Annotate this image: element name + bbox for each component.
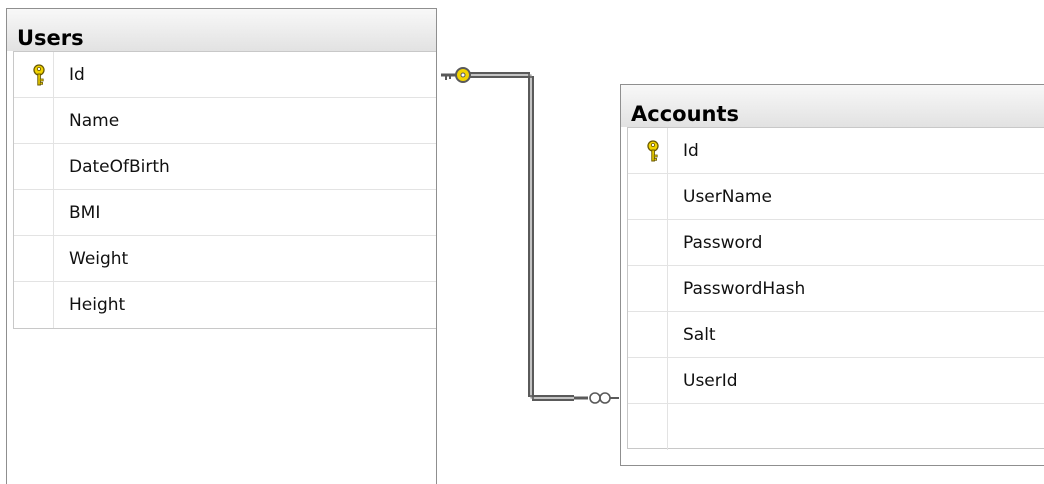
column-name: Height	[69, 295, 126, 315]
users-column-row-name[interactable]: Name	[14, 98, 436, 144]
users-column-row-dateofbirth[interactable]: DateOfBirth	[14, 144, 436, 190]
row-selector[interactable]	[14, 144, 54, 189]
row-selector[interactable]	[628, 358, 668, 403]
column-name: PasswordHash	[683, 279, 806, 299]
relationship-infinity-icon	[574, 392, 619, 404]
users-table[interactable]: Users Id Name DateOfBirth BMI Weight Hei…	[6, 8, 437, 484]
column-name: Id	[683, 141, 699, 161]
row-selector[interactable]	[628, 404, 668, 450]
accounts-column-row-passwordhash[interactable]: PasswordHash	[628, 266, 1044, 312]
row-selector[interactable]	[14, 236, 54, 281]
column-name: Password	[683, 233, 763, 253]
row-selector[interactable]	[14, 282, 54, 328]
column-name: UserName	[683, 187, 772, 207]
users-column-row-id[interactable]: Id	[14, 52, 436, 98]
row-selector[interactable]	[14, 52, 54, 97]
row-selector[interactable]	[628, 266, 668, 311]
accounts-table[interactable]: Accounts Id UserName Password PasswordHa…	[620, 84, 1044, 466]
accounts-new-row[interactable]	[628, 404, 1044, 450]
column-name: Salt	[683, 325, 716, 345]
relationship-line	[470, 72, 574, 401]
accounts-column-row-userid[interactable]: UserId	[628, 358, 1044, 404]
accounts-column-row-password[interactable]: Password	[628, 220, 1044, 266]
primary-key-icon	[33, 64, 45, 86]
primary-key-icon	[647, 140, 659, 162]
column-name: UserId	[683, 371, 738, 391]
column-name: Id	[69, 65, 85, 85]
column-name: DateOfBirth	[69, 157, 170, 177]
users-column-row-height[interactable]: Height	[14, 282, 436, 328]
accounts-column-grid: Id UserName Password PasswordHash Salt U…	[627, 127, 1044, 450]
accounts-table-title: Accounts	[631, 102, 740, 126]
row-selector[interactable]	[14, 190, 54, 235]
accounts-table-header[interactable]: Accounts	[621, 85, 1044, 127]
row-selector[interactable]	[628, 220, 668, 265]
row-selector[interactable]	[628, 128, 668, 173]
accounts-column-row-salt[interactable]: Salt	[628, 312, 1044, 358]
row-selector[interactable]	[14, 98, 54, 143]
users-column-row-bmi[interactable]: BMI	[14, 190, 436, 236]
column-name: BMI	[69, 203, 101, 223]
users-column-row-weight[interactable]: Weight	[14, 236, 436, 282]
users-column-grid: Id Name DateOfBirth BMI Weight Height	[13, 51, 436, 329]
diagram-canvas: Users Id Name DateOfBirth BMI Weight Hei…	[0, 0, 1044, 484]
accounts-column-row-username[interactable]: UserName	[628, 174, 1044, 220]
column-name: Weight	[69, 249, 129, 269]
users-table-title: Users	[17, 26, 84, 50]
row-selector[interactable]	[628, 174, 668, 219]
relationship-key-icon	[441, 67, 471, 83]
column-name: Name	[69, 111, 120, 131]
accounts-column-row-id[interactable]: Id	[628, 128, 1044, 174]
row-selector[interactable]	[628, 312, 668, 357]
users-table-header[interactable]: Users	[7, 9, 436, 51]
